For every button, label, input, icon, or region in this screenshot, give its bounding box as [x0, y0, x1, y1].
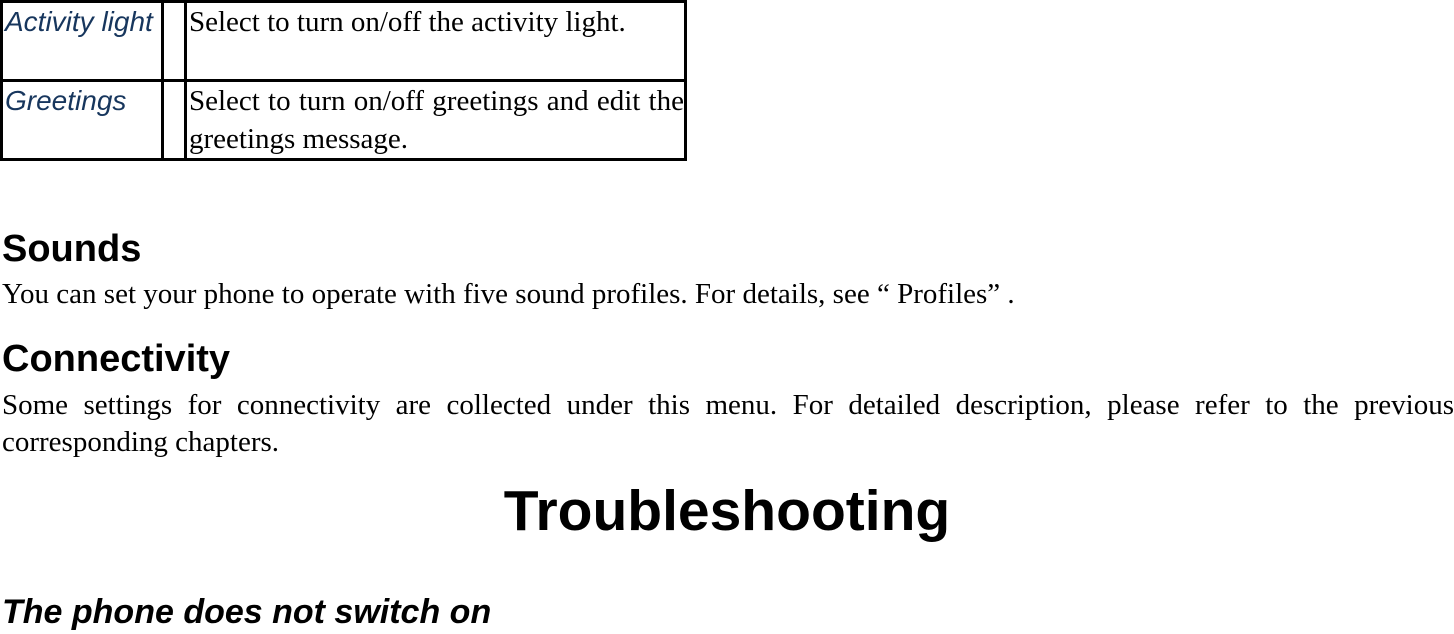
table-spacer-cell [161, 79, 187, 161]
troubleshooting-subheading: The phone does not switch on [2, 593, 492, 631]
table-row: Activity light Select to turn on/off the… [0, 0, 687, 82]
table-spacer-cell [161, 0, 187, 82]
table-description: Select to turn on/off the activity light… [184, 0, 687, 82]
connectivity-body: Some settings for connectivity are colle… [2, 389, 1454, 458]
sounds-body: You can set your phone to operate with f… [2, 278, 1015, 310]
connectivity-heading: Connectivity [2, 338, 231, 380]
table-description: Select to turn on/off greetings and edit… [184, 79, 687, 161]
table-term: Greetings [0, 79, 164, 161]
chapter-title: Troubleshooting [503, 479, 951, 543]
sounds-heading: Sounds [2, 228, 142, 270]
settings-table: Activity light Select to turn on/off the… [0, 0, 687, 161]
table-term: Activity light [0, 0, 164, 82]
table-row: Greetings Select to turn on/off greeting… [0, 79, 687, 161]
